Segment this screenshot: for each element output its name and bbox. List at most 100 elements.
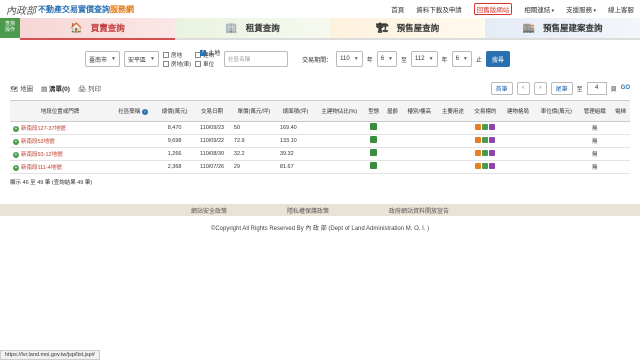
view-map[interactable]: 🗺 地圖	[10, 83, 33, 93]
unit-price-cell: 72.9	[230, 134, 277, 148]
search-button[interactable]: 搜尋	[485, 51, 510, 67]
col-total-price[interactable]: 總價(萬元)	[156, 101, 194, 122]
period-label: 交易期間：	[302, 57, 333, 64]
year-unit: 年	[366, 57, 373, 64]
address-cell[interactable]: + 新南段111-4地號	[10, 160, 110, 174]
search-filter: 臺南市▼ 安平區▼ 房地 建物 房地(車) 車位 土地 社區名稱 交易期間： 1…	[0, 44, 640, 74]
footer-open-data[interactable]: 政府網站資料開放宣告	[389, 206, 449, 215]
city-select[interactable]: 臺南市 ▼	[85, 51, 120, 67]
management-cell: 無	[578, 147, 612, 161]
chevron-down-icon: ▼	[388, 56, 393, 62]
tab-rental-query[interactable]: 🏢 租賃查詢	[175, 18, 330, 40]
community-name-input[interactable]: 社區名稱	[224, 51, 289, 67]
col-floor[interactable]: 樓別/樓高	[402, 101, 437, 122]
col-community[interactable]: 社區簡稱 ?	[110, 101, 156, 122]
from-year-select[interactable]: 110 ▼	[336, 51, 363, 67]
view-list[interactable]: ▤ 清單(0)	[41, 83, 70, 93]
month-unit: 止	[475, 57, 482, 64]
prev-page-button[interactable]: ‹	[516, 81, 530, 95]
expand-icon[interactable]: +	[13, 125, 19, 132]
chevron-down-icon: ▼	[428, 56, 434, 62]
next-page-button[interactable]: ›	[533, 81, 547, 95]
col-target[interactable]: 交易標的	[469, 101, 502, 122]
land-type-icon	[370, 162, 378, 169]
tab-sales-query[interactable]: 🏠 買賣查詢	[20, 18, 175, 40]
go-button[interactable]: GO	[621, 85, 630, 91]
nav-old-site[interactable]: 回舊版網站	[473, 3, 513, 15]
price-cell: 2,368	[156, 160, 194, 174]
col-type[interactable]: 型態	[364, 101, 384, 122]
col-management[interactable]: 管理組織	[578, 101, 612, 122]
col-elevator[interactable]: 電梯	[611, 101, 630, 122]
expand-icon[interactable]: +	[13, 138, 19, 145]
page-unit: 頁	[610, 86, 617, 93]
table-row[interactable]: + 新南段53地號 9,698 110/09/22 72.9 133.10 無	[10, 134, 630, 148]
price-cell: 8,470	[156, 121, 194, 135]
nav-support[interactable]: 支援服務	[566, 4, 596, 14]
address-cell[interactable]: + 新南段53地號	[10, 134, 110, 148]
col-main-building-ratio[interactable]: 主建物佔比(%)	[314, 101, 365, 122]
query-tabs: 查詢 操作 🏠 買賣查詢 🏢 租賃查詢 🏗 預售屋查詢 🏬 預售屋建案查詢	[0, 18, 640, 40]
col-parking-price[interactable]: 車位價(萬元)	[534, 101, 579, 122]
footer-privacy-policy[interactable]: 隱私權保護政策	[287, 206, 329, 215]
price-cell: 9,698	[156, 134, 194, 148]
crane-icon: 🏗	[375, 22, 389, 34]
unit-price-cell: 32.2	[230, 147, 277, 161]
address-cell[interactable]: + 新南段93-12地號	[10, 147, 110, 161]
target-tags-icon	[475, 123, 496, 130]
table-row[interactable]: + 新南段111-4地號 2,368 110/07/26 29 81.67 無	[10, 160, 630, 174]
check-parking[interactable]: 車位	[195, 60, 214, 68]
management-cell: 無	[578, 134, 612, 148]
nav-download[interactable]: 資料下載及申請	[416, 4, 462, 14]
date-cell: 110/09/22	[193, 134, 231, 148]
col-unit-price[interactable]: 單價(萬元/坪)	[230, 101, 277, 122]
check-house-land-parking[interactable]: 房地(車)	[162, 60, 191, 68]
address-cell[interactable]: + 新南段127-37地號	[10, 121, 110, 135]
to-month-select[interactable]: 6 ▼	[451, 51, 472, 67]
copyright-text: ©Copyright All Rights Reserved By 內 政 部 …	[210, 226, 430, 232]
from-month-select[interactable]: 6 ▼	[376, 51, 397, 67]
tab-presale-query[interactable]: 🏗 預售屋查詢	[330, 18, 485, 40]
col-layout[interactable]: 建物格局	[501, 101, 535, 122]
land-type-icon	[370, 123, 378, 130]
land-type-icon	[370, 149, 378, 156]
check-house-land[interactable]: 房地	[162, 51, 191, 59]
col-usage[interactable]: 主要用途	[436, 101, 470, 122]
expand-icon[interactable]: +	[13, 164, 19, 171]
area-cell: 133.10	[276, 134, 315, 148]
land-type-icon	[370, 136, 378, 143]
checkbox-icon	[195, 60, 202, 67]
expand-icon[interactable]: +	[13, 151, 19, 158]
apartment-icon: 🏬	[522, 22, 535, 34]
checkbox-icon	[162, 60, 169, 67]
page-to-label: 至	[576, 86, 583, 93]
tab-presale-project-query[interactable]: 🏬 預售屋建案查詢	[485, 18, 640, 40]
col-address[interactable]: 地段位置或門牌	[10, 101, 110, 122]
table-row[interactable]: + 新南段93-12地號 1,266 110/08/30 32.2 39.32 無	[10, 147, 630, 161]
col-age[interactable]: 屋齡	[383, 101, 402, 122]
print-button[interactable]: 🖨 列印	[78, 83, 101, 93]
check-land[interactable]: 土地	[200, 48, 220, 57]
date-cell: 110/08/30	[193, 147, 231, 161]
last-page-button[interactable]: 尾筆	[550, 81, 573, 95]
page-number-input[interactable]: 4	[586, 81, 607, 95]
table-row[interactable]: + 新南段127-37地號 8,470 110/09/23 50 169.40 無	[10, 121, 630, 135]
to-year-select[interactable]: 112 ▼	[411, 51, 438, 67]
nav-home[interactable]: 首頁	[391, 4, 404, 14]
nav-online-service[interactable]: 線上客服	[608, 4, 634, 14]
site-logo[interactable]: 內政部 不動產交易實價查詢服務網	[6, 2, 134, 17]
chevron-down-icon: ▼	[111, 56, 116, 62]
checkbox-checked-icon	[200, 49, 207, 56]
col-date[interactable]: 交易日期	[193, 101, 231, 122]
footer-links: 網站安全政策 隱私權保護政策 政府網站資料開放宣告	[0, 204, 640, 216]
district-select[interactable]: 安平區 ▼	[123, 51, 159, 67]
col-total-area[interactable]: 總面積(坪)	[276, 101, 315, 122]
management-cell: 無	[578, 121, 612, 135]
table-header-row: 地段位置或門牌 社區簡稱 ? 總價(萬元) 交易日期 單價(萬元/坪) 總面積(…	[10, 101, 630, 122]
footer-security-policy[interactable]: 網站安全政策	[191, 206, 227, 215]
date-cell: 110/09/23	[193, 121, 231, 135]
nav-related-links[interactable]: 相關連結	[524, 4, 554, 14]
first-page-button[interactable]: 首筆	[490, 81, 513, 95]
result-toolbar: 🗺 地圖 ▤ 清單(0) 🖨 列印 首筆 ‹ › 尾筆 至 4 頁 GO	[0, 80, 640, 96]
query-ops-side-tab[interactable]: 查詢 操作	[0, 18, 20, 38]
